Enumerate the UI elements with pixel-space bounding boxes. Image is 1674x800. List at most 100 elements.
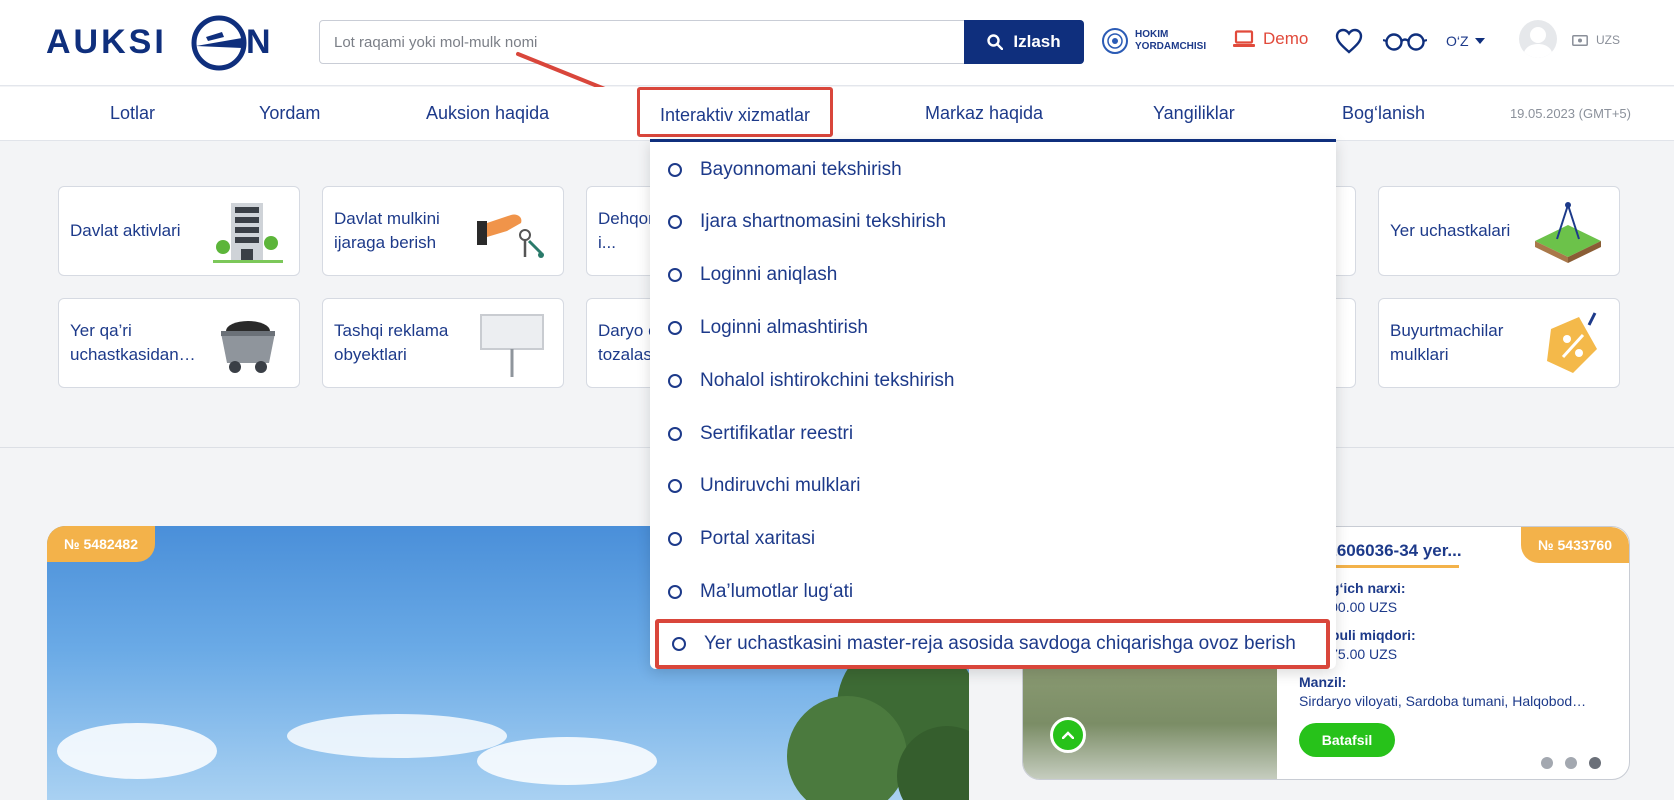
menu-item-label: Ma’lumotlar lug‘ati <box>700 581 854 602</box>
lot-number-badge: № 5482482 <box>47 526 155 562</box>
search-button-label: Izlash <box>1013 32 1061 51</box>
category-label: Davlat aktivlari <box>70 221 181 240</box>
category-yer-qari-uchastkasi[interactable]: Yer qa’ri uchastkasidan… <box>58 298 300 388</box>
menu-item-label: Ijara shartnomasini tekshirish <box>700 211 947 232</box>
search-button[interactable]: Izlash <box>964 20 1084 64</box>
radio-icon <box>668 532 682 546</box>
scroll-to-top-button[interactable] <box>1050 717 1086 753</box>
menu-item-label: Bayonnomani tekshirish <box>700 159 902 180</box>
language-select[interactable]: O‘Z <box>1446 33 1485 49</box>
category-label: Yer qa’ri uchastkasidan… <box>70 321 196 364</box>
nav-yordam[interactable]: Yordam <box>259 103 320 124</box>
menu-item-undiruvchi-mulklari[interactable]: Undiruvchi mulklari <box>650 464 1336 508</box>
user-icon <box>1523 27 1553 58</box>
emblem-icon <box>1102 28 1128 54</box>
nav-yangiliklar[interactable]: Yangiliklar <box>1153 103 1235 124</box>
menu-item-label: Yer uchastkasini master-reja asosida sav… <box>704 633 1296 654</box>
category-buyurtmachilar-mulklari[interactable]: Buyurtmachilar mulklari <box>1378 298 1620 388</box>
currency-select[interactable]: UZS <box>1572 33 1620 47</box>
deposit-value: ...0 275.00 UZS <box>1299 646 1398 662</box>
nav-auksion-haqida[interactable]: Auksion haqida <box>426 103 549 124</box>
building-icon <box>213 203 283 263</box>
menu-item-label: Loginni almashtirish <box>700 317 868 338</box>
radio-icon <box>668 374 682 388</box>
cash-icon <box>1572 34 1588 46</box>
start-price-value: ...2 200.00 UZS <box>1299 599 1398 615</box>
menu-item-malumotlar-lugati[interactable]: Ma’lumotlar lug‘ati <box>650 570 1336 614</box>
lot-number-badge: № 5433760 <box>1521 527 1629 563</box>
top-header: AUKSI N Izlash HOKIM YORDAMCHISI <box>0 0 1674 112</box>
glasses-icon <box>1382 33 1428 51</box>
menu-item-loginni-almashtirish[interactable]: Loginni almashtirish <box>650 306 1336 350</box>
currency-label: UZS <box>1596 33 1620 47</box>
nav-lotlar[interactable]: Lotlar <box>110 103 155 124</box>
keys-icon <box>477 214 544 258</box>
category-label: Buyurtmachilar mulklari <box>1390 321 1504 364</box>
carousel-dot-3[interactable] <box>1589 757 1601 769</box>
demo-button[interactable]: Demo <box>1233 29 1308 49</box>
lot-info: 2422606036-34 yer... ...lang‘ich narxi: … <box>1299 541 1619 709</box>
nav-boglanish[interactable]: Bog‘lanish <box>1342 103 1425 124</box>
menu-item-label: Loginni aniqlash <box>700 264 838 285</box>
radio-icon <box>668 585 682 599</box>
category-tashqi-reklama[interactable]: Tashqi reklama obyektlari <box>322 298 564 388</box>
heart-icon <box>1335 28 1363 54</box>
discount-tag-icon <box>1547 312 1597 373</box>
laptop-icon <box>1233 30 1255 47</box>
menu-item-master-reja-ovoz-berish[interactable]: Yer uchastkasini master-reja asosida sav… <box>655 619 1330 669</box>
interaktiv-xizmatlar-dropdown: Bayonnomani tekshirish Ijara shartnomasi… <box>650 139 1336 669</box>
category-label: Davlat mulkini ijaraga berish <box>334 209 440 252</box>
category-yer-uchastkalari[interactable]: Yer uchastkalari <box>1378 186 1620 276</box>
menu-item-label: Undiruvchi mulklari <box>700 475 861 496</box>
search-icon <box>987 34 1004 50</box>
radio-icon <box>668 268 682 282</box>
nav-interaktiv-xizmatlar[interactable]: Interaktiv xizmatlar <box>637 87 834 137</box>
menu-item-label: Portal xaritasi <box>700 528 816 549</box>
menu-item-nohalol-ishtirokchini-tekshirish[interactable]: Nohalol ishtirokchini tekshirish <box>650 359 1336 403</box>
radio-icon <box>668 321 682 335</box>
user-avatar[interactable] <box>1519 20 1557 58</box>
batafsil-button[interactable]: Batafsil <box>1299 723 1395 757</box>
menu-item-label: Sertifikatlar reestri <box>700 423 854 444</box>
menu-item-loginni-aniqlash[interactable]: Loginni aniqlash <box>650 253 1336 297</box>
hokim-yordamchisi-link[interactable]: HOKIM YORDAMCHISI <box>1101 27 1206 55</box>
category-label: Yer uchastkalari <box>1390 221 1511 240</box>
menu-item-ijara-shartnomasini-tekshirish[interactable]: Ijara shartnomasini tekshirish <box>650 200 1336 244</box>
address-label: Manzil: <box>1299 674 1347 690</box>
land-plot-icon <box>1535 202 1601 263</box>
radio-icon <box>668 163 682 177</box>
demo-label: Demo <box>1263 29 1309 48</box>
caret-down-icon <box>1474 38 1485 44</box>
deposit-label: ...lat puli miqdori: <box>1299 627 1416 643</box>
language-label: O‘Z <box>1446 33 1469 49</box>
category-davlat-mulkini-ijaraga-berish[interactable]: Davlat mulkini ijaraga berish <box>322 186 564 276</box>
address-value: Sirdaryo viloyati, Sardoba tumani, Halqo… <box>1299 693 1587 709</box>
menu-item-portal-xaritasi[interactable]: Portal xaritasi <box>650 517 1336 561</box>
carousel-dots <box>1541 757 1601 769</box>
search-input[interactable] <box>320 21 960 63</box>
favorites-button[interactable] <box>1335 28 1363 59</box>
menu-item-sertifikatlar-reestri[interactable]: Sertifikatlar reestri <box>650 412 1336 456</box>
radio-icon <box>668 479 682 493</box>
hokim-line1: HOKIM <box>1135 29 1169 40</box>
main-nav: Lotlar Yordam Auksion haqida Interaktiv … <box>0 87 1674 141</box>
carousel-dot-1[interactable] <box>1541 757 1553 769</box>
search-box: Izlash <box>319 20 1084 64</box>
nav-markaz-haqida[interactable]: Markaz haqida <box>925 103 1043 124</box>
menu-item-bayonnomani-tekshirish[interactable]: Bayonnomani tekshirish <box>650 148 1336 192</box>
hokim-line2: YORDAMCHISI <box>1135 41 1207 52</box>
menu-item-label: Nohalol ishtirokchini tekshirish <box>700 370 955 391</box>
chevron-up-icon <box>1062 731 1074 739</box>
svg-text:N: N <box>246 23 271 61</box>
radio-icon <box>668 215 682 229</box>
radio-icon <box>668 427 682 441</box>
category-label: Tashqi reklama obyektlari <box>334 321 449 364</box>
svg-text:AUKSI: AUKSI <box>46 23 167 61</box>
billboard-icon <box>480 314 544 377</box>
carousel-dot-2[interactable] <box>1565 757 1577 769</box>
accessibility-button[interactable] <box>1382 33 1428 56</box>
auksion-logo[interactable]: AUKSI N <box>46 10 286 72</box>
category-davlat-aktivlari[interactable]: Davlat aktivlari <box>58 186 300 276</box>
server-date: 19.05.2023 (GMT+5) <box>1509 106 1631 121</box>
start-price-label: ...lang‘ich narxi: <box>1299 580 1406 596</box>
